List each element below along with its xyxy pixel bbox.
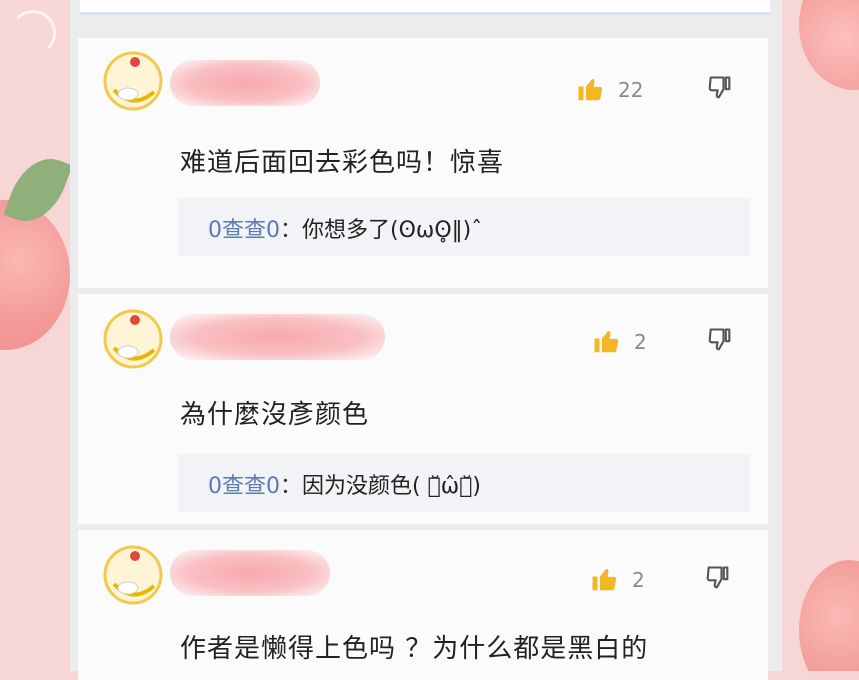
thumbs-up-icon[interactable] xyxy=(592,326,622,356)
comment-item: 2 作者是懒得上色吗 ？为什么都是黑白的 xyxy=(78,530,768,680)
chick-avatar-icon[interactable] xyxy=(102,544,164,606)
reply-line: 0查查0：因为没颜色( ･̆ω̂･̆) xyxy=(208,468,481,500)
comment-text: 為什麼沒彥颜色 xyxy=(180,400,370,430)
comment-text: 作者是懒得上色吗 ？为什么都是黑白的 xyxy=(180,634,649,664)
like-count: 22 xyxy=(618,78,644,102)
thumbs-down-icon[interactable] xyxy=(706,74,734,102)
comment-text: 难道后面回去彩色吗！惊喜 xyxy=(180,148,505,178)
reply-text: 因为没颜色( ･̆ω̂･̆) xyxy=(302,474,482,499)
thumbs-down-icon[interactable] xyxy=(706,326,734,354)
decor-swirl xyxy=(10,10,56,56)
reply-text: 你想多了(ʘωʘ̥‖)ˆ xyxy=(302,218,483,243)
reply-line: 0查查0：你想多了(ʘωʘ̥‖)ˆ xyxy=(208,212,482,244)
peach-decoration xyxy=(799,0,859,90)
comment-item: 22 难道后面回去彩色吗！惊喜 0查查0：你想多了(ʘωʘ̥‖)ˆ xyxy=(78,38,768,288)
username-redacted[interactable] xyxy=(170,550,330,596)
reply-box[interactable]: 0查查0：因为没颜色( ･̆ω̂･̆) xyxy=(178,454,750,512)
like-count: 2 xyxy=(632,568,645,592)
previous-comment-edge xyxy=(80,0,770,15)
reply-author-link[interactable]: 0查查0 xyxy=(208,218,280,243)
reply-box[interactable]: 0查查0：你想多了(ʘωʘ̥‖)ˆ xyxy=(178,198,750,256)
peach-decoration xyxy=(0,200,70,350)
comment-item: 2 為什麼沒彥颜色 0查查0：因为没颜色( ･̆ω̂･̆) xyxy=(78,294,768,524)
username-redacted[interactable] xyxy=(170,60,320,106)
like-count: 2 xyxy=(634,330,647,354)
reply-colon: ： xyxy=(280,218,303,243)
reply-colon: ： xyxy=(280,474,303,499)
chick-avatar-icon[interactable] xyxy=(102,308,164,370)
thumbs-up-icon[interactable] xyxy=(576,74,606,104)
username-redacted[interactable] xyxy=(170,314,385,360)
thumbs-up-icon[interactable] xyxy=(590,564,620,594)
peach-decoration xyxy=(799,560,859,671)
reply-author-link[interactable]: 0查查0 xyxy=(208,474,280,499)
chick-avatar-icon[interactable] xyxy=(102,50,164,112)
thumbs-down-icon[interactable] xyxy=(704,564,732,592)
